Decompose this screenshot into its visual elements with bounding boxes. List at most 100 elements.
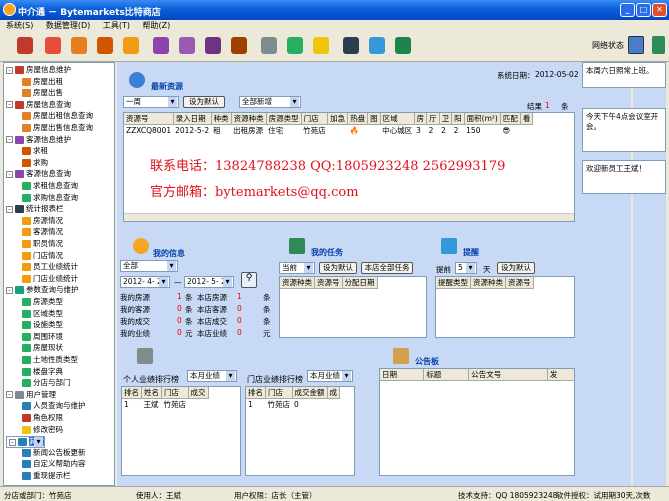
tree-item[interactable]: - 客源信息查询 xyxy=(6,169,71,179)
tasks-period-select[interactable]: 当前 xyxy=(279,262,315,274)
tree-item[interactable]: 修改密码 xyxy=(22,425,63,435)
tree-item[interactable]: - 用户管理 xyxy=(6,390,56,400)
client-search-rent-button[interactable] xyxy=(202,34,224,58)
tree-item[interactable]: - 其它 xyxy=(6,436,45,449)
column-header[interactable]: 标题 xyxy=(423,369,470,381)
tree-item[interactable]: 员工业绩统计 xyxy=(22,262,78,272)
column-header[interactable]: 匹配 xyxy=(500,113,521,125)
tree-item[interactable]: 房屋出租 xyxy=(22,77,63,87)
tree-item[interactable]: 人员查询与维护 xyxy=(22,401,86,411)
all-tasks-button[interactable]: 本店全部任务 xyxy=(361,262,413,274)
tree-item[interactable]: 楼盘字典 xyxy=(22,367,63,377)
tree-item[interactable]: 房屋出售信息查询 xyxy=(22,123,93,133)
tree-item[interactable]: 门店情况 xyxy=(22,251,63,261)
personal-period-select[interactable]: 本月业绩 xyxy=(187,370,237,382)
tree-item[interactable]: 设施类型 xyxy=(22,320,63,330)
exit-icon[interactable] xyxy=(652,36,665,54)
menu-system[interactable]: 系统(S) xyxy=(6,21,33,30)
rent-house-button[interactable] xyxy=(42,34,64,58)
tree-item[interactable]: 客源情况 xyxy=(22,227,63,237)
my-info-filter-select[interactable]: 全部 xyxy=(120,260,178,272)
tree-expander-icon[interactable]: - xyxy=(9,438,16,446)
tree-item[interactable]: - 房屋信息维护 xyxy=(6,65,71,75)
tree-item[interactable]: 区域类型 xyxy=(22,309,63,319)
menu-help[interactable]: 帮助(Z) xyxy=(143,21,171,30)
search-rent-button[interactable] xyxy=(94,34,116,58)
tree-item[interactable]: 房屋出售 xyxy=(22,88,63,98)
menu-tools[interactable]: 工具(T) xyxy=(103,21,130,30)
calendar-button[interactable] xyxy=(366,34,388,58)
column-header[interactable]: 资源号 xyxy=(505,277,534,289)
column-header[interactable]: 面积(m²) xyxy=(464,113,501,125)
tree-item[interactable]: 土地性质类型 xyxy=(22,355,78,365)
tree-item[interactable]: 求购 xyxy=(22,158,48,168)
tree-item[interactable]: 角色权限 xyxy=(22,413,63,423)
table-row[interactable]: ZZXCQ8001 2012-5-2 租出租房源 住宅 竹苑店 🔥 中心城区 3 2 2 2 150 😎 xyxy=(124,125,533,137)
notepad-button[interactable] xyxy=(284,34,306,58)
calculator-button[interactable] xyxy=(258,34,280,58)
column-header[interactable]: 门店 xyxy=(301,113,329,125)
store-period-select[interactable]: 本月业绩 xyxy=(307,370,353,382)
column-header[interactable]: 分配日期 xyxy=(342,277,378,289)
tree-expander-icon[interactable]: - xyxy=(6,66,13,74)
contacts-button[interactable] xyxy=(392,34,414,58)
tree-item[interactable]: 分店与部门 xyxy=(22,378,71,388)
column-header[interactable]: 区域 xyxy=(380,113,415,125)
column-header[interactable]: 资源号 xyxy=(314,277,343,289)
tree-item[interactable]: 求租 xyxy=(22,146,48,156)
period-select[interactable]: 一周 xyxy=(123,96,179,108)
client-buy-button[interactable] xyxy=(176,34,198,58)
column-header[interactable]: 资源号 xyxy=(124,113,174,125)
menu-data-management[interactable]: 数据管理(D) xyxy=(46,21,90,30)
tree-expander-icon[interactable]: - xyxy=(6,101,13,109)
column-header[interactable]: 日期 xyxy=(380,369,425,381)
tree-item[interactable]: 周围环境 xyxy=(22,332,63,342)
column-header[interactable]: 卫 xyxy=(439,113,453,125)
column-header[interactable]: 成交金额 xyxy=(292,387,328,399)
client-search-buy-button[interactable] xyxy=(228,34,250,58)
search-button[interactable]: ⚲ xyxy=(241,272,257,288)
column-header[interactable]: 门店 xyxy=(265,387,293,399)
column-header[interactable]: 厅 xyxy=(426,113,440,125)
column-header[interactable]: 公告文号 xyxy=(468,369,548,381)
tree-item[interactable]: 求购信息查询 xyxy=(22,193,78,203)
minimize-button[interactable]: _ xyxy=(620,3,635,17)
filter-select[interactable]: 全部新增 xyxy=(239,96,301,108)
tasks-set-default-button[interactable]: 设为默认 xyxy=(319,262,357,274)
home-button[interactable] xyxy=(14,34,36,58)
documents-button[interactable] xyxy=(310,34,332,58)
column-header[interactable]: 成 xyxy=(327,387,340,399)
tree-item[interactable]: - 房屋信息查询 xyxy=(6,100,71,110)
tree-item[interactable]: 新闻公告板更新 xyxy=(22,448,86,458)
column-header[interactable]: 姓名 xyxy=(141,387,162,399)
table-row[interactable]: 1 竹苑店 0 xyxy=(246,399,340,411)
column-header[interactable]: 门店 xyxy=(161,387,189,399)
date-to-select[interactable]: 2012- 5- 2 xyxy=(184,276,234,288)
date-from-select[interactable]: 2012- 4- 2 xyxy=(120,276,170,288)
tree-expander-icon[interactable]: - xyxy=(6,391,13,399)
tree-expander-icon[interactable]: - xyxy=(6,286,13,294)
search-sell-button[interactable] xyxy=(120,34,142,58)
column-header[interactable]: 阳 xyxy=(451,113,465,125)
tree-item[interactable]: 门店业绩统计 xyxy=(22,274,78,284)
column-header[interactable]: 房源类型 xyxy=(266,113,302,125)
tree-item[interactable]: 求租信息查询 xyxy=(22,181,78,191)
resources-set-default-button[interactable]: 设为默认 xyxy=(183,96,225,108)
tree-item[interactable]: 重现提示栏 xyxy=(22,471,71,481)
tree-expander-icon[interactable]: - xyxy=(6,170,13,178)
column-header[interactable]: 种类 xyxy=(211,113,232,125)
tree-item[interactable]: 自定义帮助内容 xyxy=(22,459,86,469)
reminder-set-default-button[interactable]: 设为默认 xyxy=(497,262,535,274)
tree-expander-icon[interactable]: - xyxy=(6,205,13,213)
tree-item[interactable]: - 统计报表栏 xyxy=(6,204,64,214)
column-header[interactable]: 排名 xyxy=(246,387,266,399)
tree-item[interactable]: 房屋出租信息查询 xyxy=(22,111,93,121)
column-header[interactable]: 录入日期 xyxy=(173,113,212,125)
close-button[interactable]: ✕ xyxy=(652,3,667,17)
sell-house-button[interactable] xyxy=(68,34,90,58)
maximize-button[interactable]: □ xyxy=(636,3,651,17)
column-header[interactable]: 资源种类 xyxy=(470,277,506,289)
column-header[interactable]: 成交 xyxy=(188,387,209,399)
column-header[interactable]: 加急 xyxy=(327,113,349,125)
column-header[interactable]: 房 xyxy=(414,113,428,125)
